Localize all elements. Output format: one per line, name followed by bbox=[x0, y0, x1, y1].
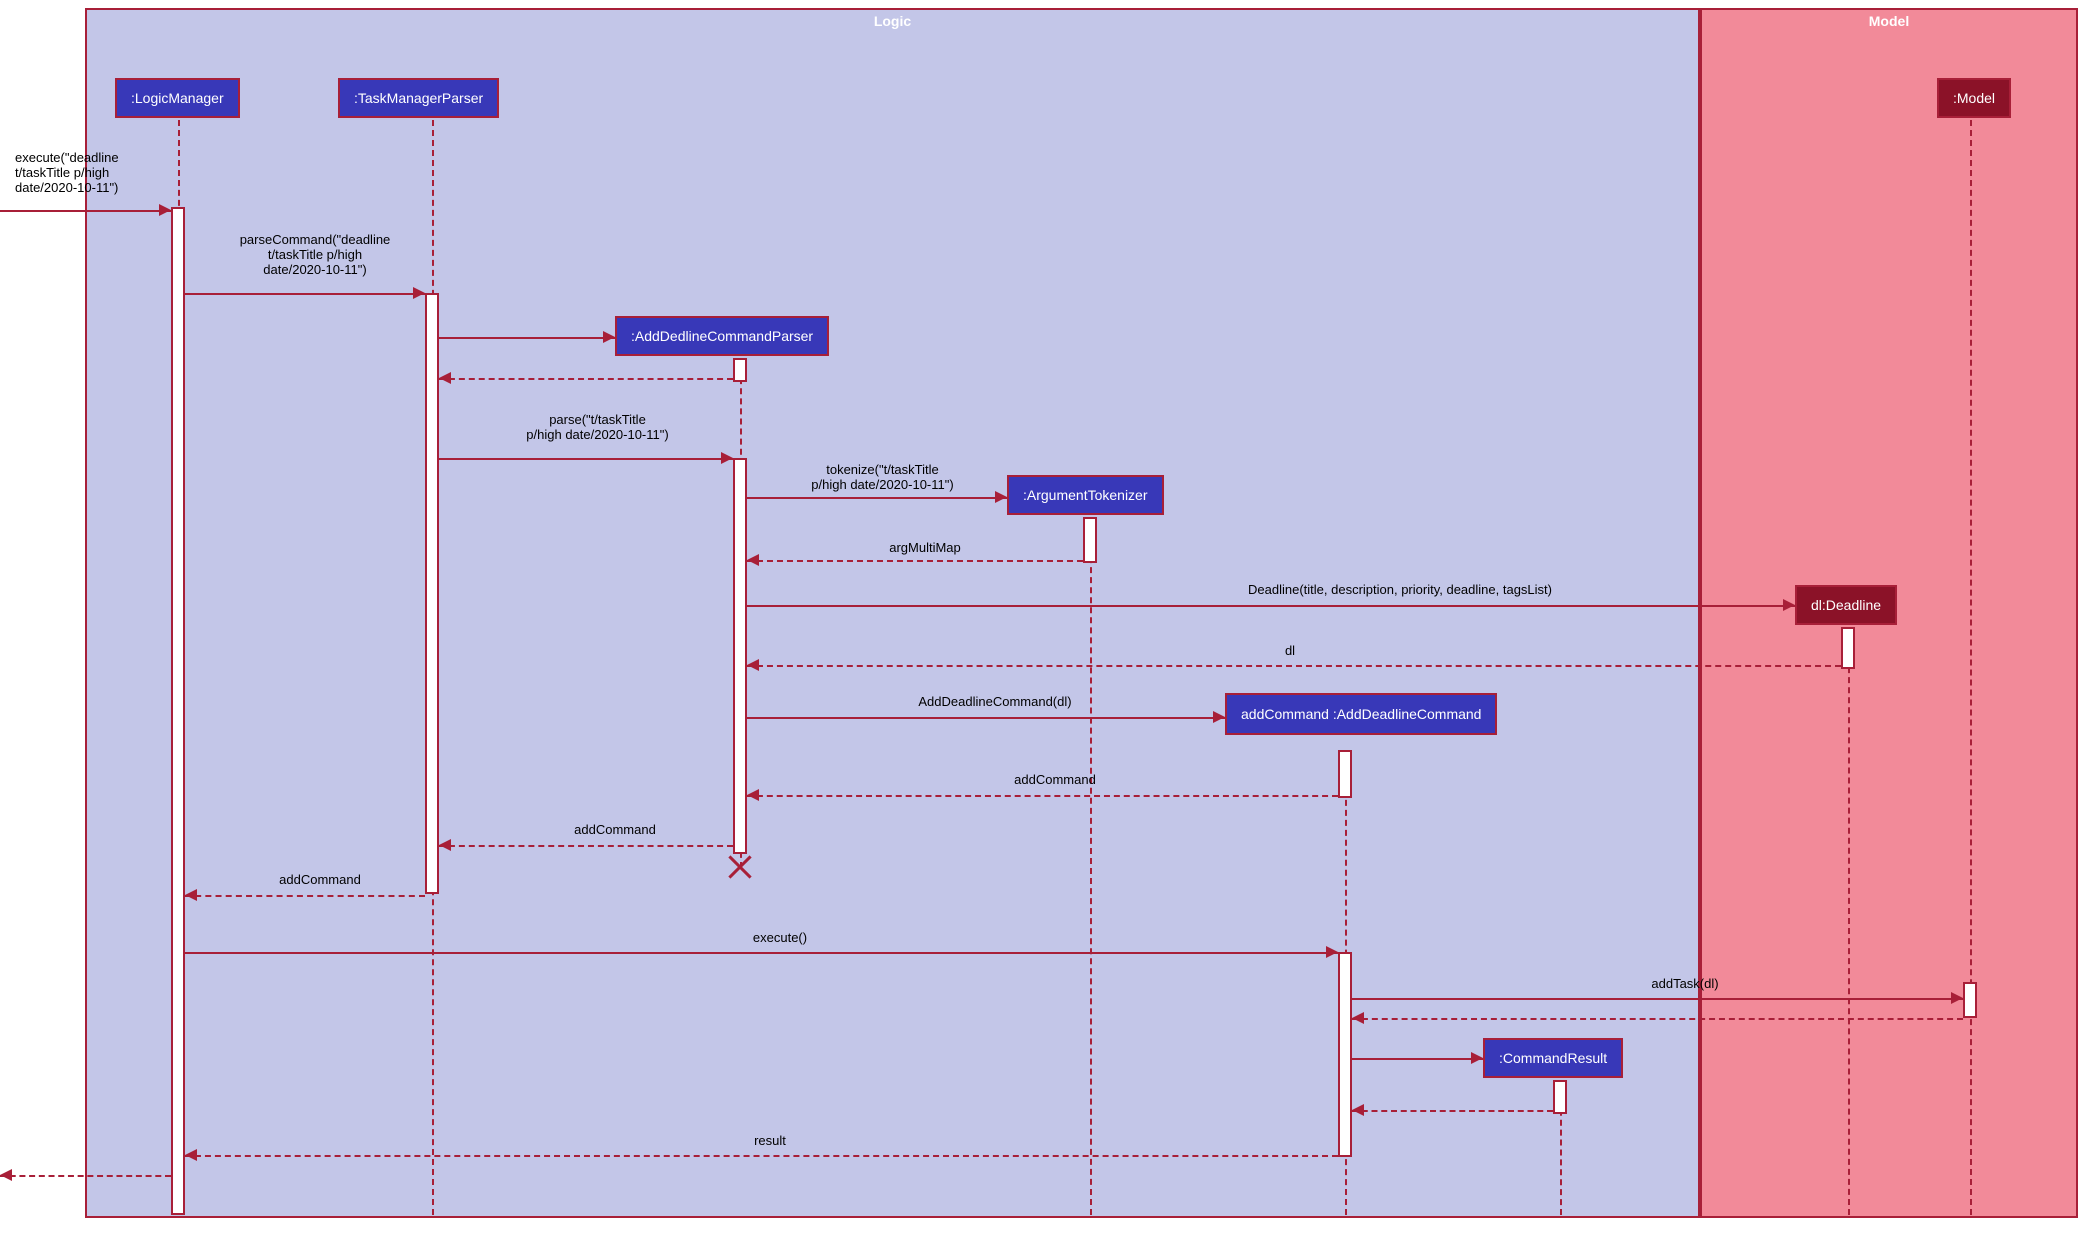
arrow-create-commandresult bbox=[1352, 1058, 1483, 1060]
arrow-m6-head bbox=[1783, 599, 1795, 611]
arrow-m7-head bbox=[747, 659, 759, 671]
msg-adddeadlinecommand: AddDeadlineCommand(dl) bbox=[870, 694, 1120, 709]
arrow-create-parser-head bbox=[603, 331, 615, 343]
arrow-m3 bbox=[439, 458, 733, 460]
tokenizer-activation bbox=[1083, 517, 1097, 563]
arrow-m8-head bbox=[1213, 711, 1225, 723]
msg-argmultimap: argMultiMap bbox=[850, 540, 1000, 555]
arrow-m14 bbox=[185, 1155, 1338, 1157]
arrow-m11-head bbox=[185, 889, 197, 901]
addcmd-activation-2 bbox=[1338, 952, 1352, 1157]
model-frame-title: Model bbox=[1859, 10, 1919, 32]
msg-parsecommand: parseCommand("deadline t/taskTitle p/hig… bbox=[200, 232, 430, 277]
arrow-commandresult-return bbox=[1352, 1110, 1553, 1112]
parser-activation-1 bbox=[733, 358, 747, 382]
arrow-m13-return bbox=[1352, 1018, 1963, 1020]
task-manager-parser-activation bbox=[425, 293, 439, 894]
logic-manager-activation bbox=[171, 207, 185, 1215]
add-deadline-command-box: addCommand :AddDeadlineCommand bbox=[1225, 693, 1497, 735]
arrow-m7 bbox=[747, 665, 1841, 667]
msg-execute: execute("deadline t/taskTitle p/high dat… bbox=[15, 150, 215, 195]
arrow-m11 bbox=[185, 895, 425, 897]
msg-execute2: execute() bbox=[720, 930, 840, 945]
destroy-icon bbox=[725, 852, 755, 882]
logic-frame-title: Logic bbox=[864, 10, 921, 32]
msg-addcommand-2: addCommand bbox=[540, 822, 690, 837]
msg-addtask: addTask(dl) bbox=[1610, 976, 1760, 991]
arrow-commandresult-return-head bbox=[1352, 1104, 1364, 1116]
parser-activation-2 bbox=[733, 458, 747, 854]
model-activation bbox=[1963, 982, 1977, 1018]
arrow-m4 bbox=[747, 497, 1007, 499]
arrow-create-parser bbox=[439, 337, 615, 339]
arrow-create-parser-return bbox=[439, 378, 733, 380]
model-lifeline bbox=[1970, 120, 1972, 1215]
logic-frame: Logic bbox=[85, 8, 1700, 1218]
arrow-m1-head bbox=[159, 204, 171, 216]
arrow-m8 bbox=[747, 717, 1225, 719]
arrow-final-return bbox=[0, 1175, 171, 1177]
msg-result: result bbox=[720, 1133, 820, 1148]
arrow-m2 bbox=[185, 293, 425, 295]
model-box: :Model bbox=[1937, 78, 2011, 118]
arrow-m14-head bbox=[185, 1149, 197, 1161]
msg-addcommand-3: addCommand bbox=[245, 872, 395, 887]
msg-tokenize: tokenize("t/taskTitle p/high date/2020-1… bbox=[760, 462, 1005, 492]
arrow-m13 bbox=[1352, 998, 1963, 1000]
arrow-m13-head bbox=[1951, 992, 1963, 1004]
arrow-m13-return-head bbox=[1352, 1012, 1364, 1024]
arrow-m10 bbox=[439, 845, 733, 847]
arrow-m1 bbox=[0, 210, 171, 212]
logic-manager-box: :LogicManager bbox=[115, 78, 240, 118]
arrow-m9-head bbox=[747, 789, 759, 801]
arrow-m9 bbox=[747, 795, 1338, 797]
addcmd-activation-1 bbox=[1338, 750, 1352, 798]
argument-tokenizer-lifeline bbox=[1090, 517, 1092, 1215]
arrow-create-parser-return-head bbox=[439, 372, 451, 384]
add-deadline-command-parser-box: :AddDedlineCommandParser bbox=[615, 316, 829, 356]
task-manager-parser-box: :TaskManagerParser bbox=[338, 78, 499, 118]
arrow-m5-head bbox=[747, 554, 759, 566]
command-result-box: :CommandResult bbox=[1483, 1038, 1623, 1078]
arrow-create-commandresult-head bbox=[1471, 1052, 1483, 1064]
msg-deadline: Deadline(title, description, priority, d… bbox=[1150, 582, 1650, 597]
arrow-m4-head bbox=[995, 491, 1007, 503]
arrow-final-return-head bbox=[0, 1169, 12, 1181]
arrow-m12 bbox=[185, 952, 1338, 954]
arrow-m5 bbox=[747, 560, 1083, 562]
msg-addcommand-1: addCommand bbox=[980, 772, 1130, 787]
arrow-m12-head bbox=[1326, 946, 1338, 958]
deadline-box: dl:Deadline bbox=[1795, 585, 1897, 625]
arrow-m6 bbox=[747, 605, 1795, 607]
msg-parse: parse("t/taskTitle p/high date/2020-10-1… bbox=[475, 412, 720, 442]
arrow-m3-head bbox=[721, 452, 733, 464]
deadline-activation bbox=[1841, 627, 1855, 669]
argument-tokenizer-box: :ArgumentTokenizer bbox=[1007, 475, 1164, 515]
msg-dl: dl bbox=[1260, 643, 1320, 658]
deadline-lifeline bbox=[1848, 627, 1850, 1215]
commandresult-activation bbox=[1553, 1080, 1567, 1114]
arrow-m2-head bbox=[413, 287, 425, 299]
arrow-m10-head bbox=[439, 839, 451, 851]
